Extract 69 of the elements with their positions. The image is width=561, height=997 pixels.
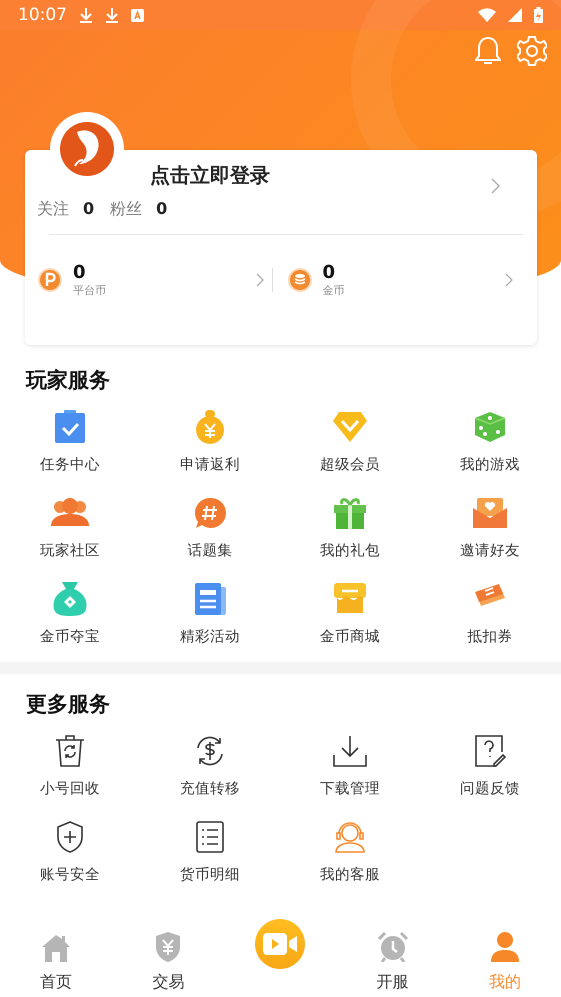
battery-icon — [534, 7, 543, 23]
service-item[interactable]: 我的游戏 — [460, 402, 520, 488]
stat-value: 0 — [83, 199, 94, 218]
section-title: 玩家服务 — [26, 367, 111, 394]
hashtag-bubble-icon — [194, 497, 226, 529]
notification-bell-icon[interactable] — [475, 36, 501, 66]
service-item[interactable]: 邀请好友 — [460, 488, 520, 574]
question-note-icon — [474, 735, 506, 767]
headset-person-icon — [334, 821, 366, 853]
service-item[interactable]: 超级会员 — [320, 402, 380, 488]
person-icon — [490, 932, 519, 962]
chevron-right-icon[interactable] — [256, 273, 264, 288]
currency-label: 金币 — [322, 282, 346, 298]
download-icon — [105, 7, 119, 23]
service-item[interactable]: 金币商城 — [320, 574, 380, 660]
wifi-icon — [478, 8, 496, 22]
alarm-clock-icon — [378, 932, 408, 962]
service-item[interactable]: 任务中心 — [40, 402, 100, 488]
service-item[interactable]: 精彩活动 — [180, 574, 240, 660]
tab[interactable]: 首页 — [40, 913, 72, 997]
chevron-right-icon[interactable] — [491, 178, 501, 194]
download-icon — [79, 7, 93, 23]
dice-icon — [474, 411, 506, 443]
p-coin-icon — [37, 267, 63, 294]
service-item[interactable]: 话题集 — [188, 488, 232, 574]
currency-value: 0 — [322, 263, 336, 283]
stat-label: 粉丝 — [110, 199, 142, 220]
currency-label: 平台币 — [73, 282, 107, 298]
money-bag-icon — [194, 410, 226, 444]
diamond-icon — [333, 411, 367, 443]
service-item[interactable]: 玩家社区 — [40, 488, 100, 574]
service-item[interactable]: 小号回收 — [40, 726, 100, 812]
stat-label: 关注 — [37, 199, 69, 220]
download-icon — [333, 735, 367, 767]
service-item[interactable]: 问题反馈 — [460, 726, 520, 812]
dollar-exchange-icon — [194, 735, 226, 767]
tab[interactable]: 开服 — [376, 913, 409, 997]
house-icon — [41, 934, 72, 962]
status-time: 10:07 — [18, 5, 67, 25]
service-item[interactable]: 申请返利 — [180, 402, 240, 488]
video-camera-icon — [263, 933, 298, 955]
stat-value: 0 — [156, 199, 168, 218]
recycle-bin-icon — [55, 735, 85, 767]
service-item[interactable]: 我的礼包 — [320, 488, 380, 574]
tab[interactable]: 交易 — [152, 913, 184, 997]
service-item[interactable]: 我的客服 — [320, 812, 380, 898]
newspaper-icon — [194, 583, 226, 615]
gift-icon — [334, 497, 366, 529]
service-item[interactable]: 下载管理 — [320, 726, 380, 812]
signal-icon — [508, 8, 522, 22]
list-document-icon — [196, 821, 224, 853]
treasure-bag-icon — [52, 581, 88, 617]
service-item[interactable]: 货币明细 — [180, 812, 240, 898]
coin-stack-icon — [286, 267, 312, 294]
shield-yen-icon — [155, 932, 182, 962]
shield-plus-icon — [56, 821, 84, 853]
service-item[interactable]: 金币夺宝 — [40, 574, 100, 660]
envelope-heart-icon — [473, 498, 507, 528]
service-item[interactable]: 充值转移 — [180, 726, 240, 812]
settings-icon[interactable] — [517, 36, 547, 66]
people-icon — [51, 498, 89, 528]
currency-value: 0 — [73, 263, 87, 283]
shop-icon — [333, 583, 367, 615]
section-title: 更多服务 — [26, 691, 111, 718]
clipboard-check-icon — [54, 410, 86, 444]
service-item[interactable]: 账号安全 — [40, 812, 100, 898]
chevron-right-icon[interactable] — [505, 273, 513, 288]
service-item[interactable]: 抵扣券 — [468, 574, 512, 660]
login-prompt[interactable]: 点击立即登录 — [150, 162, 491, 189]
